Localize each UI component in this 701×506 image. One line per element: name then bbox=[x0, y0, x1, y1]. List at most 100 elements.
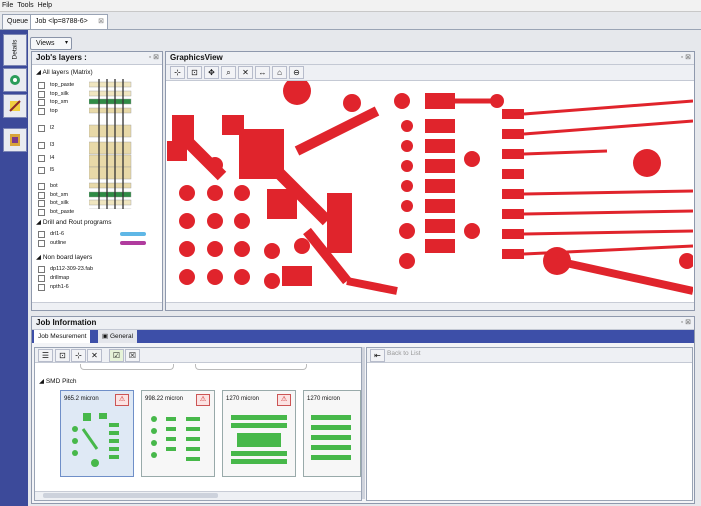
matrix-header[interactable]: ◢ All layers (Matrix) bbox=[36, 68, 93, 77]
layers-scrollbar[interactable] bbox=[32, 302, 162, 310]
layer-checkbox[interactable] bbox=[38, 99, 45, 106]
tab-general[interactable]: ▣ General bbox=[98, 330, 138, 343]
layers-tool-button[interactable] bbox=[3, 68, 27, 92]
panel-controls-icon[interactable]: ▫ ⊠ bbox=[681, 53, 691, 61]
select-tool-icon[interactable]: ⊹ bbox=[71, 349, 86, 362]
nonboard-header[interactable]: ◢ Non board layers bbox=[36, 253, 92, 262]
layer-checkbox[interactable] bbox=[38, 125, 45, 132]
layer-name: top_silk bbox=[50, 91, 69, 97]
layer-name: bot_paste bbox=[50, 209, 75, 215]
nonboard-name: dp112-309-23.fab bbox=[50, 266, 94, 272]
layer-checkbox[interactable] bbox=[38, 82, 45, 89]
layer-name: top_paste bbox=[50, 82, 75, 88]
zoom-out-icon[interactable]: ⊖ bbox=[289, 66, 304, 79]
layer-checkbox[interactable] bbox=[38, 108, 45, 115]
cancel-icon[interactable]: ✕ bbox=[87, 349, 102, 362]
nonboard-checkbox[interactable] bbox=[38, 284, 45, 291]
scroll-thumb[interactable] bbox=[43, 493, 218, 498]
panel-controls-icon[interactable]: ▫ ⊠ bbox=[681, 318, 691, 326]
uncheck-icon[interactable]: ☒ bbox=[125, 349, 140, 362]
tab-job[interactable]: Job <lp=8788-6> ⊠ bbox=[30, 14, 108, 29]
matrix-cell bbox=[89, 199, 132, 206]
drill-checkbox[interactable] bbox=[38, 231, 45, 238]
views-dropdown[interactable]: Views ▾ bbox=[30, 37, 72, 50]
menu-help[interactable]: Help bbox=[36, 0, 54, 11]
job-info-title: Job Information bbox=[32, 317, 694, 330]
details-tab[interactable]: Details bbox=[3, 34, 27, 66]
detail-pane: ⇤ Back to List bbox=[366, 347, 693, 501]
back-to-list-button[interactable]: Back to List bbox=[387, 350, 421, 357]
layer-name: top bbox=[50, 108, 58, 114]
layer-checkbox[interactable] bbox=[38, 91, 45, 98]
collapse-icon: ◢ bbox=[36, 219, 43, 226]
layer-checkbox[interactable] bbox=[38, 167, 45, 174]
smd-pitch-label: SMD Pitch bbox=[45, 378, 77, 385]
matrix-cell bbox=[89, 182, 132, 189]
document-tabs: Queue Job <lp=8788-6> ⊠ bbox=[0, 12, 701, 30]
drill-color-bar bbox=[120, 241, 146, 245]
nonboard-checkbox[interactable] bbox=[38, 266, 45, 273]
report-icon bbox=[10, 134, 20, 146]
left-sidebar: Details bbox=[0, 30, 28, 506]
card-value: 1270 micron bbox=[307, 396, 341, 402]
report-tool-button[interactable] bbox=[3, 128, 27, 152]
smd-card[interactable]: 998.22 micron ⚠ bbox=[141, 390, 215, 477]
matrix-cell bbox=[89, 166, 132, 180]
layer-checkbox[interactable] bbox=[38, 183, 45, 190]
graphics-panel: GraphicsView ▫ ⊠ ⊹ ⊡ ✥ ⌕ ✕ ↔ ⌂ ⊖ bbox=[165, 51, 695, 311]
pcb-thumbnail bbox=[311, 415, 351, 460]
smd-card[interactable]: 1270 micron ⚠ bbox=[222, 390, 296, 477]
layer-checkbox[interactable] bbox=[38, 142, 45, 149]
menu-file[interactable]: File bbox=[0, 0, 15, 11]
panel-controls-icon[interactable]: ▫ ⊠ bbox=[149, 53, 159, 61]
zoom-window-icon[interactable]: ⊡ bbox=[187, 66, 202, 79]
drill-header[interactable]: ◢ Drill and Rout programs bbox=[36, 218, 111, 227]
nonboard-checkbox[interactable] bbox=[38, 275, 45, 282]
splitter[interactable] bbox=[362, 347, 365, 499]
layer-name: bot bbox=[50, 183, 58, 189]
tab-queue[interactable]: Queue bbox=[2, 14, 34, 29]
close-icon[interactable]: ⊠ bbox=[98, 15, 104, 29]
layers-panel: Job's layers : ▫ ⊠ ◢ All layers (Matrix)… bbox=[31, 51, 163, 311]
home-icon[interactable]: ⌂ bbox=[272, 66, 287, 79]
pcb-thumbnail bbox=[72, 413, 119, 467]
card-value: 1270 micron bbox=[226, 396, 260, 402]
check-icon[interactable]: ☑ bbox=[109, 349, 124, 362]
list-icon[interactable]: ☰ bbox=[38, 349, 53, 362]
zoom-fit-icon[interactable]: ⊡ bbox=[55, 349, 70, 362]
drill-checkbox[interactable] bbox=[38, 240, 45, 247]
zoom-icon[interactable]: ⌕ bbox=[221, 66, 236, 79]
pcb-canvas[interactable] bbox=[167, 81, 693, 301]
job-info-tabbar: Job Mesurement ▣ General bbox=[32, 330, 694, 343]
layer-checkbox[interactable] bbox=[38, 155, 45, 162]
result-group-2 bbox=[195, 364, 307, 370]
matrix-cell bbox=[89, 154, 132, 168]
layer-checkbox[interactable] bbox=[38, 200, 45, 207]
graphics-toolbar: ⊹ ⊡ ✥ ⌕ ✕ ↔ ⌂ ⊖ bbox=[166, 65, 694, 81]
nonboard-name: drillmap bbox=[50, 275, 70, 281]
cancel-icon[interactable]: ✕ bbox=[238, 66, 253, 79]
smd-pitch-header[interactable]: ◢ SMD Pitch bbox=[39, 377, 77, 385]
card-value: 998.22 micron bbox=[145, 396, 184, 402]
pcb-artwork bbox=[167, 81, 693, 295]
matrix-cell bbox=[89, 107, 132, 114]
smd-card[interactable]: 1270 micron bbox=[303, 390, 361, 477]
layer-checkbox[interactable] bbox=[38, 209, 45, 216]
chevron-down-icon: ▾ bbox=[64, 40, 68, 46]
tab-job-measurement[interactable]: Job Mesurement bbox=[34, 330, 91, 343]
layer-checkbox[interactable] bbox=[38, 192, 45, 199]
details-label: Details bbox=[11, 39, 19, 60]
menu-tools[interactable]: Tools bbox=[15, 0, 35, 11]
pan-icon[interactable]: ✥ bbox=[204, 66, 219, 79]
select-tool-icon[interactable]: ⊹ bbox=[170, 66, 185, 79]
measurement-scrollbar[interactable] bbox=[35, 491, 361, 500]
drill-name: outline bbox=[50, 240, 67, 246]
back-icon[interactable]: ⇤ bbox=[370, 349, 385, 362]
edit-tool-button[interactable] bbox=[3, 94, 27, 118]
detail-toolbar: ⇤ Back to List bbox=[367, 348, 692, 363]
smd-card[interactable]: 965.2 micron ⚠ bbox=[60, 390, 134, 477]
measure-icon[interactable]: ↔ bbox=[255, 66, 270, 79]
graphics-scrollbar[interactable] bbox=[166, 302, 694, 310]
pencil-icon bbox=[9, 100, 21, 112]
menu-bar: File Tools Help bbox=[0, 0, 701, 12]
